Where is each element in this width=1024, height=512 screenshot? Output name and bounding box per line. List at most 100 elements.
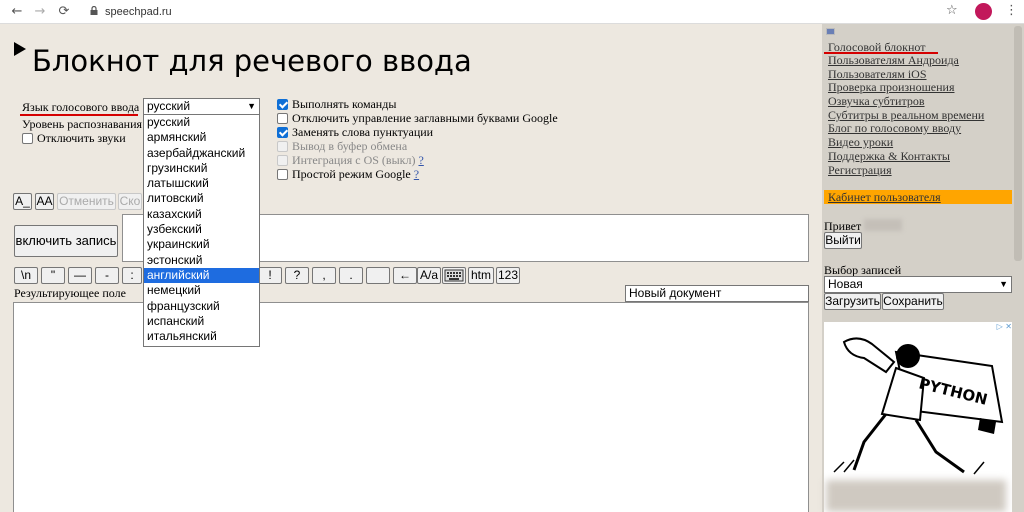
quote-button[interactable]: " <box>41 267 65 284</box>
newline-button[interactable]: \n <box>14 267 38 284</box>
chevron-down-icon: ▼ <box>999 279 1008 289</box>
option-label: Заменять слова пунктуации <box>292 125 434 139</box>
sidebar-link-pronunciation[interactable]: Проверка произношения <box>828 80 955 94</box>
period-button[interactable]: . <box>339 267 363 284</box>
option-checkbox <box>277 141 288 152</box>
language-option-highlighted[interactable]: английский <box>144 267 259 284</box>
avatar[interactable] <box>975 3 992 20</box>
python-ad-illustration: PYTHON <box>833 337 1004 475</box>
language-option[interactable]: французский <box>144 299 259 314</box>
sidebar-link-registration[interactable]: Регистрация <box>828 163 892 177</box>
records-select-value: Новая <box>828 277 863 291</box>
dash-button[interactable]: — <box>68 267 92 284</box>
load-button[interactable]: Загрузить <box>824 293 881 310</box>
logout-button[interactable]: Выйти <box>824 232 862 249</box>
option-execute-commands[interactable]: Выполнять команды <box>277 98 396 111</box>
option-label: Отключить управление заглавными буквами … <box>292 111 558 125</box>
address-bar[interactable]: speechpad.ru <box>105 4 172 20</box>
forward-icon[interactable]: → <box>31 3 49 21</box>
recognition-label: Уровень распознавания <box>22 117 143 131</box>
option-os-integration: Интеграция с OS (выкл) ? <box>277 154 424 167</box>
language-option[interactable]: испанский <box>144 314 259 329</box>
mute-sounds-label: Отключить звуки <box>37 131 126 145</box>
sidebar-link-support[interactable]: Поддержка & Контакты <box>828 149 950 163</box>
user-cabinet-bar[interactable]: Кабинет пользователя <box>824 190 1012 204</box>
option-label: Интеграция с OS (выкл) <box>292 153 416 167</box>
save-button[interactable]: Сохранить <box>882 293 944 310</box>
capitalize-button[interactable]: AA <box>35 193 54 210</box>
chevron-down-icon: ▼ <box>247 101 256 111</box>
copy-button[interactable]: Ско <box>118 193 142 210</box>
uk-flag-icon[interactable] <box>826 28 835 35</box>
exclamation-button[interactable]: ! <box>258 267 282 284</box>
keyboard-button[interactable] <box>442 267 466 284</box>
numbers-button[interactable]: 123 <box>496 267 520 284</box>
language-option[interactable]: немецкий <box>144 283 259 298</box>
option-label: Вывод в буфер обмена <box>292 139 408 153</box>
option-label: Выполнять команды <box>292 97 397 111</box>
comma-button[interactable]: , <box>312 267 336 284</box>
sidebar-link-ios[interactable]: Пользователям iOS <box>828 67 927 81</box>
language-option[interactable]: казахский <box>144 207 259 222</box>
backspace-button[interactable]: ← <box>393 267 417 284</box>
lock-icon <box>90 6 98 15</box>
sidebar-link-subtitle-voiceover[interactable]: Озвучка субтитров <box>828 94 925 108</box>
option-checkbox[interactable] <box>277 169 288 180</box>
help-link[interactable]: ? <box>414 167 419 181</box>
language-select[interactable]: русский ▼ <box>143 98 260 115</box>
user-cabinet-link[interactable]: Кабинет пользователя <box>828 190 941 204</box>
result-field-label: Результирующее поле <box>14 286 126 300</box>
html-button[interactable]: htm <box>468 267 494 284</box>
option-checkbox[interactable] <box>277 113 288 124</box>
language-option[interactable]: эстонский <box>144 253 259 268</box>
option-checkbox[interactable] <box>277 127 288 138</box>
space-button[interactable] <box>366 267 390 284</box>
blurred-username <box>864 219 902 231</box>
scrollbar-thumb[interactable] <box>1014 26 1022 261</box>
reload-icon[interactable]: ⟳ <box>55 3 73 21</box>
collapse-triangle-icon[interactable] <box>14 42 26 56</box>
language-option[interactable]: узбекский <box>144 222 259 237</box>
ad-close-icon[interactable]: ▷ ✕ <box>990 322 1012 333</box>
language-label: Язык голосового ввода <box>22 100 140 114</box>
sidebar-link-android[interactable]: Пользователям Андроида <box>828 53 959 67</box>
language-dropdown-list[interactable]: русский армянский азербайджанский грузин… <box>143 114 260 347</box>
star-icon[interactable]: ☆ <box>946 3 958 18</box>
help-link[interactable]: ? <box>418 153 423 167</box>
page-title: Блокнот для речевого ввода <box>32 44 472 78</box>
language-option[interactable]: армянский <box>144 130 259 145</box>
blurred-ad-text <box>826 480 1006 512</box>
colon-button[interactable]: : <box>122 267 142 284</box>
option-replace-punctuation[interactable]: Заменять слова пунктуации <box>277 126 433 139</box>
option-label: Простой режим Google <box>292 167 411 181</box>
records-select[interactable]: Новая ▼ <box>824 276 1012 293</box>
language-option[interactable]: азербайджанский <box>144 146 259 161</box>
sidebar-link-blog[interactable]: Блог по голосовому вводу <box>828 121 961 135</box>
language-option[interactable]: итальянский <box>144 329 259 344</box>
language-option[interactable]: украинский <box>144 237 259 252</box>
sidebar-link-video-lessons[interactable]: Видео уроки <box>828 135 893 149</box>
document-name-input[interactable]: Новый документ <box>625 285 809 302</box>
question-button[interactable]: ? <box>285 267 309 284</box>
option-checkbox <box>277 155 288 166</box>
undo-button[interactable]: Отменить <box>57 193 116 210</box>
option-disable-capitals[interactable]: Отключить управление заглавными буквами … <box>277 112 558 125</box>
underline-case-button[interactable]: A_ <box>13 193 32 210</box>
mute-sounds-option[interactable]: Отключить звуки <box>22 131 126 146</box>
hyphen-button[interactable]: - <box>95 267 119 284</box>
language-select-value: русский <box>147 99 191 113</box>
language-option[interactable]: русский <box>144 115 259 130</box>
option-simple-google-mode[interactable]: Простой режим Google ? <box>277 168 419 181</box>
language-option[interactable]: литовский <box>144 191 259 206</box>
sidebar-link-realtime-subtitles[interactable]: Субтитры в реальном времени <box>828 108 984 122</box>
toggle-case-button[interactable]: A/a <box>417 267 441 284</box>
language-option[interactable]: латышский <box>144 176 259 191</box>
mute-sounds-checkbox[interactable] <box>22 133 33 144</box>
back-icon[interactable]: ← <box>8 3 26 21</box>
result-textarea[interactable] <box>13 302 809 512</box>
option-checkbox[interactable] <box>277 99 288 110</box>
option-clipboard-output: Вывод в буфер обмена <box>277 140 407 153</box>
language-option[interactable]: грузинский <box>144 161 259 176</box>
start-recording-button[interactable]: включить запись <box>14 225 118 257</box>
menu-icon[interactable]: ⋮ <box>1005 3 1018 18</box>
